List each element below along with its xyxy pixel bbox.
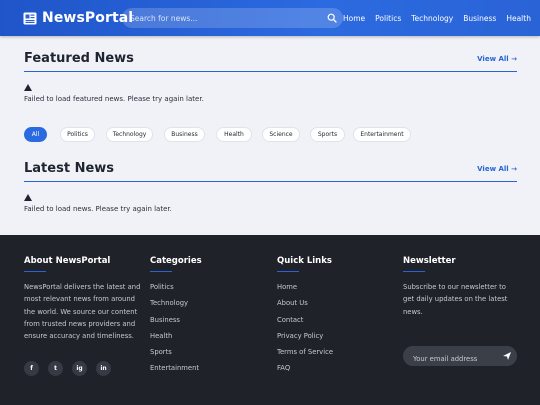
facebook-icon[interactable]: f	[24, 361, 39, 376]
featured-divider	[24, 71, 517, 72]
footer-category-link[interactable]: Politics	[150, 281, 202, 297]
footer-about-title: About NewsPortal	[24, 256, 111, 266]
filter-chip-all[interactable]: All	[24, 127, 47, 142]
logo[interactable]: NewsPortal	[23, 8, 133, 28]
latest-error-message: Failed to load news. Please try again la…	[24, 205, 172, 213]
latest-view-all-link[interactable]: View All →	[477, 165, 517, 173]
twitter-icon[interactable]: t	[48, 361, 63, 376]
newsletter-form	[403, 346, 517, 369]
warning-icon	[24, 84, 32, 91]
filter-chip-health[interactable]: Health	[216, 127, 252, 142]
nav-home[interactable]: Home	[343, 14, 365, 23]
linkedin-icon[interactable]: in	[96, 361, 111, 376]
nav-business[interactable]: Business	[463, 14, 496, 23]
nav-health[interactable]: Health	[506, 14, 531, 23]
footer-category-link[interactable]: Sports	[150, 346, 202, 362]
footer-category-link[interactable]: Entertainment	[150, 362, 202, 378]
search-bar	[122, 8, 343, 28]
search-icon[interactable]	[327, 13, 337, 23]
nav-technology[interactable]: Technology	[411, 14, 453, 23]
footer-quick-link[interactable]: About Us	[277, 297, 333, 313]
latest-header: Latest News View All →	[24, 161, 517, 181]
footer-newsletter: Newsletter Subscribe to our newsletter t…	[403, 256, 517, 369]
footer-underline	[403, 271, 425, 272]
filter-chip-entertainment[interactable]: Entertainment	[353, 127, 411, 142]
site-header: NewsPortal Home Politics Technology Busi…	[0, 0, 540, 36]
latest-divider	[24, 181, 517, 182]
footer-quick-link[interactable]: Contact	[277, 314, 333, 330]
footer-category-link[interactable]: Health	[150, 330, 202, 346]
footer-category-link[interactable]: Technology	[150, 297, 202, 313]
category-filters: All Politics Technology Business Health …	[24, 127, 411, 142]
newsletter-email-input[interactable]	[403, 349, 499, 369]
footer-underline	[277, 271, 299, 272]
filter-chip-technology[interactable]: Technology	[106, 127, 153, 142]
filter-chip-business[interactable]: Business	[164, 127, 205, 142]
footer-about: About NewsPortal NewsPortal delivers the…	[24, 256, 142, 342]
footer-categories: Categories Politics Technology Business …	[150, 256, 202, 379]
search-input[interactable]	[122, 8, 312, 28]
footer-underline	[150, 271, 172, 272]
footer-newsletter-title: Newsletter	[403, 256, 456, 266]
main-nav: Home Politics Technology Business Health	[343, 0, 531, 36]
footer-quick-link[interactable]: Home	[277, 281, 333, 297]
featured-view-all-link[interactable]: View All →	[477, 55, 517, 63]
instagram-icon[interactable]: ig	[72, 361, 87, 376]
footer-quick-links-title: Quick Links	[277, 256, 332, 266]
footer-quick-link[interactable]: Privacy Policy	[277, 330, 333, 346]
warning-icon	[24, 194, 32, 201]
featured-error-message: Failed to load featured news. Please try…	[24, 95, 204, 103]
footer-quick-link[interactable]: Terms of Service	[277, 346, 333, 362]
footer-about-text: NewsPortal delivers the latest and most …	[24, 283, 141, 341]
newspaper-icon	[23, 12, 37, 24]
site-footer: About NewsPortal NewsPortal delivers the…	[0, 235, 540, 405]
footer-categories-title: Categories	[150, 256, 202, 266]
footer-quick-link[interactable]: FAQ	[277, 362, 333, 378]
footer-quick-links: Quick Links Home About Us Contact Privac…	[277, 256, 333, 379]
logo-text: NewsPortal	[42, 10, 134, 26]
latest-title: Latest News	[24, 161, 115, 176]
filter-chip-politics[interactable]: Politics	[60, 127, 95, 142]
send-icon[interactable]	[502, 351, 512, 361]
filter-chip-science[interactable]: Science	[262, 127, 300, 142]
nav-politics[interactable]: Politics	[375, 14, 401, 23]
footer-category-link[interactable]: Business	[150, 314, 202, 330]
featured-title: Featured News	[24, 51, 134, 66]
footer-underline	[24, 271, 46, 272]
social-links: f t ig in	[24, 361, 120, 376]
filter-chip-sports[interactable]: Sports	[310, 127, 345, 142]
footer-newsletter-text: Subscribe to our newsletter to get daily…	[403, 283, 508, 316]
featured-header: Featured News View All →	[24, 51, 517, 71]
